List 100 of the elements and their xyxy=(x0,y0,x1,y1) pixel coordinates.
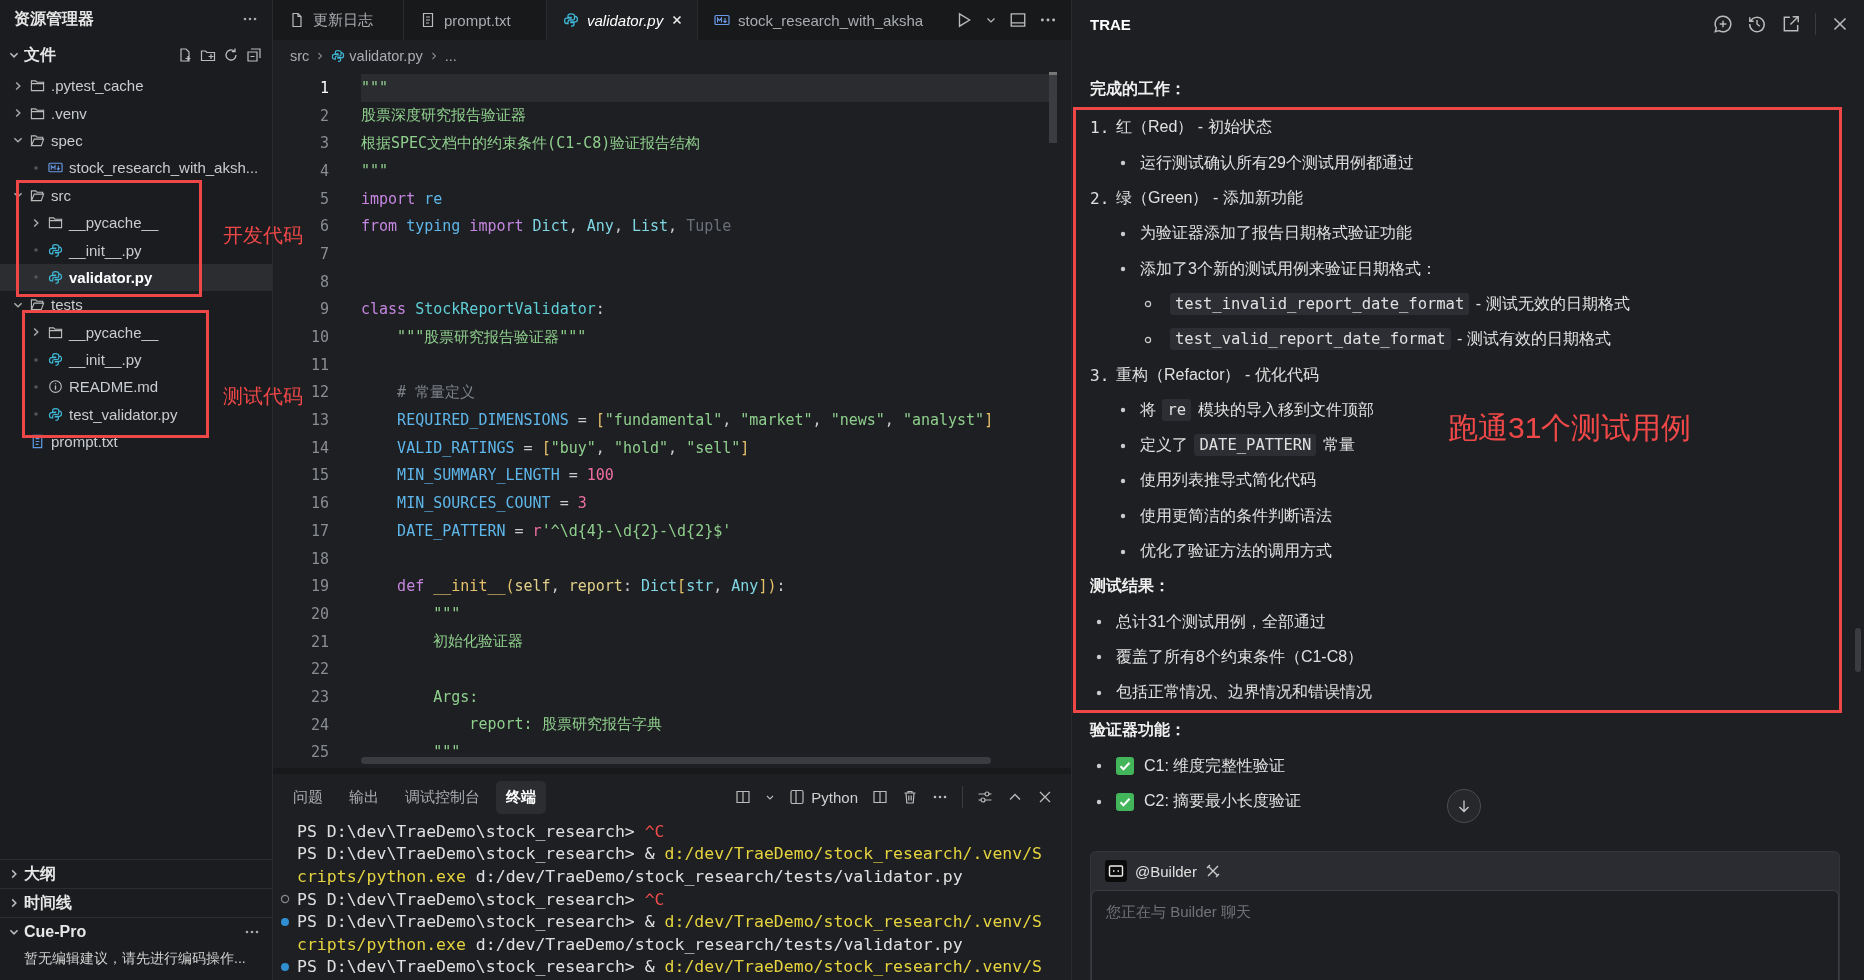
section-header[interactable]: 文件 xyxy=(24,44,56,66)
file-name: prompt.txt xyxy=(51,433,118,451)
list-text: 总计31个测试用例，全部通过 xyxy=(1116,611,1326,632)
folder-icon xyxy=(30,132,45,148)
list-text: 完成的工作： xyxy=(1090,79,1186,100)
list-text: 运行测试确认所有29个测试用例都通过 xyxy=(1140,152,1414,173)
code-line: VALID_RATINGS = ["buy", "hold", "sell"] xyxy=(396,438,750,457)
code-line: 股票深度研究报告验证器 xyxy=(361,106,526,126)
file-name: test_validator.py xyxy=(69,405,178,423)
panel-tab[interactable]: 输出 xyxy=(339,780,389,814)
panel-section-header[interactable]: 时间线 xyxy=(0,888,272,917)
breadcrumb-item[interactable]: validator.py xyxy=(331,48,423,64)
terminal-line: PS D:\dev\TraeDemo\stock_research> & d:/dev/TraeDemo/stock_research/.venv/S xyxy=(297,844,1043,864)
code-line: import re xyxy=(361,189,443,208)
folder-icon xyxy=(30,187,45,203)
bullet-icon xyxy=(1144,335,1152,344)
tree-item[interactable]: __init__.py xyxy=(0,345,215,374)
panel-tab[interactable]: 终端 xyxy=(496,780,546,814)
folder-icon xyxy=(48,215,63,231)
split-icon[interactable] xyxy=(735,789,752,805)
annotation-label: 测试代码 xyxy=(223,383,303,409)
bullet-icon xyxy=(1144,300,1152,309)
new-file-icon[interactable] xyxy=(177,47,193,63)
tree-item[interactable]: prompt.txt xyxy=(0,428,272,456)
list-text: C1: 维度完整性验证 xyxy=(1144,755,1286,776)
tree-item[interactable]: tests xyxy=(0,291,215,319)
markdown-file-icon xyxy=(714,12,730,28)
terminal-line: PS D:\dev\TraeDemo\stock_research> & d:/dev/TraeDemo/stock_research/.venv/S xyxy=(297,957,1043,977)
terminal-selector[interactable]: Python xyxy=(789,788,858,806)
python-file-icon xyxy=(563,12,579,28)
line-number: 12 xyxy=(309,383,329,402)
tree-item[interactable]: __pycache__ xyxy=(0,318,215,346)
annotation-label: 开发代码 xyxy=(223,222,303,248)
line-number: 15 xyxy=(309,466,329,485)
tree-item[interactable]: .venv xyxy=(0,99,272,127)
settings-icon[interactable] xyxy=(977,789,993,805)
external-link-icon[interactable] xyxy=(1781,14,1801,34)
scrollbar[interactable] xyxy=(1049,72,1057,143)
terminal-line: cripts/python.exe d:/dev/TraeDemo/stock_research/tests/validator.py xyxy=(297,934,963,954)
tree-item[interactable]: __pycache__ xyxy=(0,208,215,237)
tree-item[interactable]: spec xyxy=(0,126,272,155)
line-number: 21 xyxy=(309,632,329,651)
breadcrumb-item[interactable]: src xyxy=(290,48,310,64)
bullet-icon xyxy=(1096,763,1102,770)
scrollbar[interactable] xyxy=(361,757,991,764)
file-name: validator.py xyxy=(69,268,153,286)
code-line: 初始化验证器 xyxy=(432,632,524,652)
panel-tab[interactable]: 问题 xyxy=(283,780,333,814)
tree-item[interactable]: .pytest_cache xyxy=(0,72,272,100)
editor-tab[interactable]: 更新日志 xyxy=(273,0,404,40)
code-line: 根据SPEC文档中的约束条件(C1-C8)验证报告结构 xyxy=(361,133,701,153)
bullet-icon xyxy=(1096,654,1102,661)
split-icon[interactable] xyxy=(872,789,888,805)
file-name: __init__.py xyxy=(69,241,142,259)
tree-item[interactable]: stock_research_with_aksh... xyxy=(0,154,272,182)
bullet-icon xyxy=(1120,548,1126,555)
editor-tab[interactable]: validator.py xyxy=(547,0,698,40)
bullet-icon xyxy=(1120,160,1126,167)
tree-item[interactable]: test_validator.py xyxy=(0,400,215,429)
arrow-down-icon xyxy=(1456,798,1472,814)
chat-input[interactable]: 您正在与 Builder 聊天 xyxy=(1091,890,1839,980)
bullet-icon xyxy=(1096,798,1102,805)
agent-name[interactable]: @Builder xyxy=(1135,862,1197,880)
panel-tab[interactable]: 调试控制台 xyxy=(395,780,490,814)
breadcrumb-item[interactable]: ... xyxy=(444,48,457,64)
list-text: 使用更简洁的条件判断语法 xyxy=(1140,505,1332,526)
tree-item[interactable]: __init__.py xyxy=(0,236,215,264)
bullet-icon xyxy=(1120,230,1126,237)
panel-section-header[interactable]: Cue-Pro xyxy=(0,917,272,946)
agent-icon xyxy=(1105,860,1127,882)
line-number: 9 xyxy=(318,300,329,319)
trash-icon[interactable] xyxy=(902,789,918,805)
scrollbar[interactable] xyxy=(1855,628,1861,672)
python-file-icon xyxy=(48,352,63,368)
tools-icon[interactable] xyxy=(1204,863,1221,879)
bullet-icon xyxy=(1096,619,1102,626)
code-line: MIN_SOURCES_COUNT = 3 xyxy=(396,494,587,513)
line-number: 1 xyxy=(318,78,329,97)
list-text: C2: 摘要最小长度验证 xyxy=(1144,791,1302,812)
panel-layout-icon[interactable] xyxy=(1009,11,1027,29)
editor-tab[interactable]: stock_research_with_aksha xyxy=(698,0,940,40)
bullet-icon xyxy=(1120,407,1126,414)
line-number: 5 xyxy=(318,189,329,208)
tree-item[interactable]: validator.py xyxy=(0,263,272,292)
bullet-icon xyxy=(1096,689,1102,696)
python-file-icon xyxy=(48,242,63,258)
text-file-icon xyxy=(420,12,436,28)
new-chat-icon[interactable] xyxy=(1713,14,1733,34)
tree-item[interactable]: src xyxy=(0,181,215,209)
new-folder-icon[interactable] xyxy=(200,47,216,63)
collapse-all-icon[interactable] xyxy=(246,47,262,63)
line-number: 20 xyxy=(309,604,329,623)
folder-icon xyxy=(30,78,45,94)
close-icon[interactable] xyxy=(1037,789,1053,805)
tree-item[interactable]: README.md xyxy=(0,373,215,401)
panel-section-header[interactable]: 大纲 xyxy=(0,859,272,888)
history-icon[interactable] xyxy=(1747,14,1767,34)
scroll-down-button[interactable] xyxy=(1447,789,1481,823)
close-icon[interactable] xyxy=(671,14,684,26)
refresh-icon[interactable] xyxy=(223,47,239,63)
